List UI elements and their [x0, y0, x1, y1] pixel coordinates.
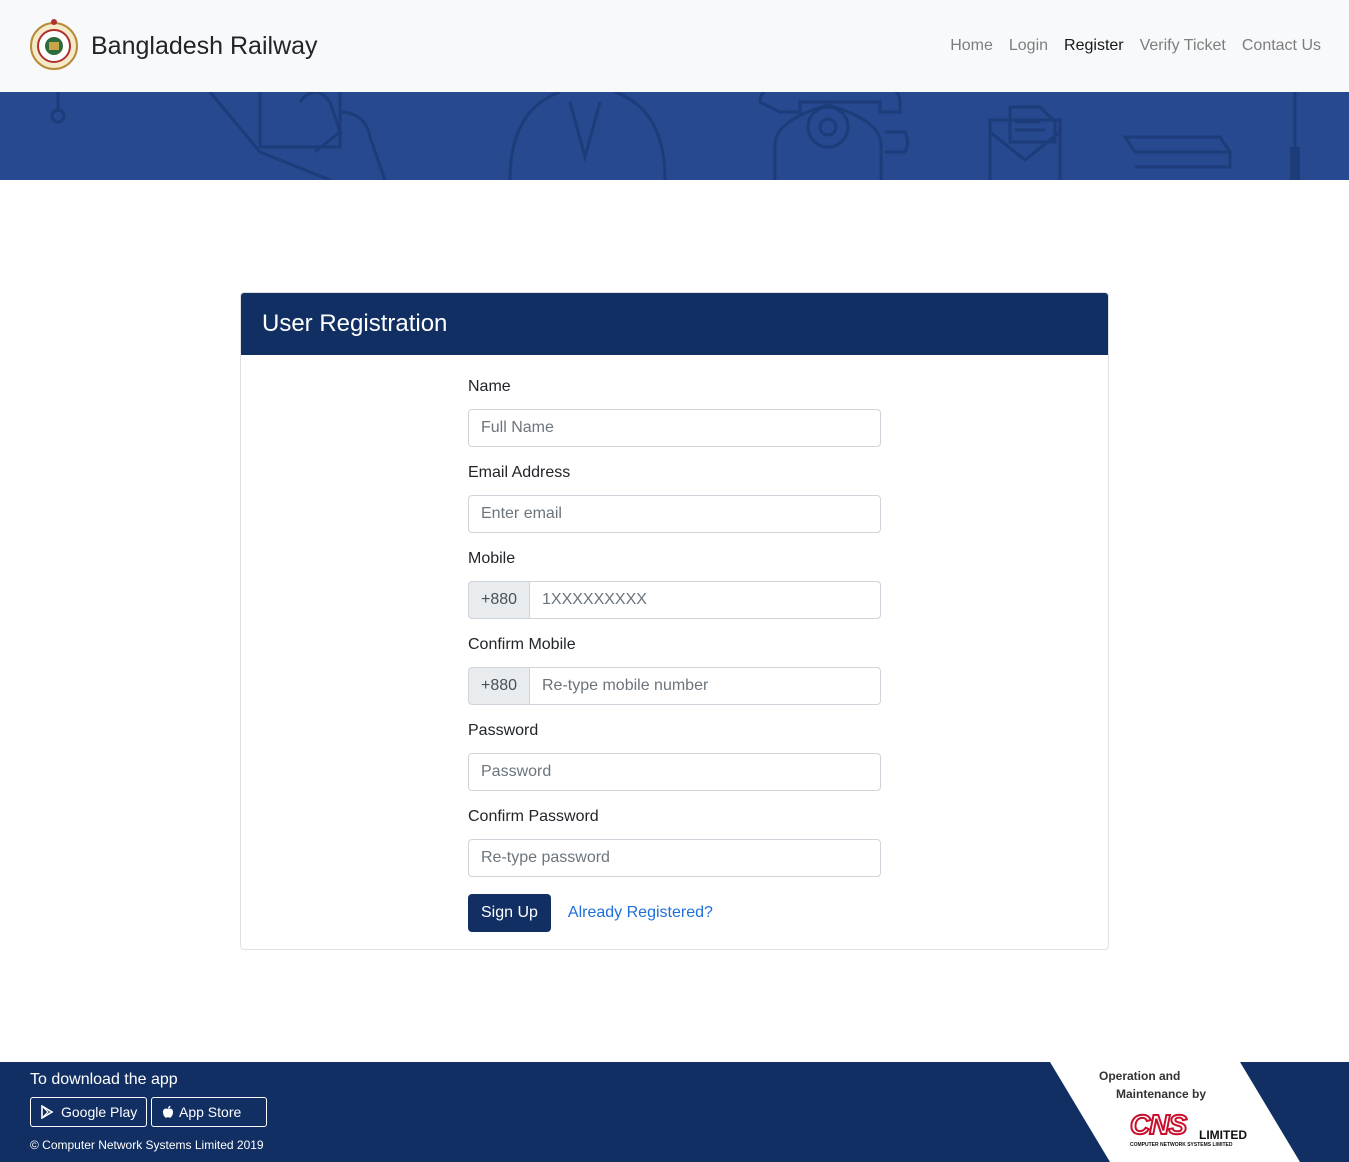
confirm-mobile-input-group: +880 Re-type mobile number: [468, 667, 881, 705]
card-title: User Registration: [241, 293, 1108, 355]
email-label: Email Address: [468, 464, 571, 481]
email-group: Email Address Enter email: [468, 463, 881, 533]
password-group: Password Password: [468, 721, 881, 791]
name-input[interactable]: Full Name: [468, 409, 881, 447]
registration-card: User Registration Name Full Name Email A…: [240, 292, 1109, 950]
google-play-button[interactable]: Google Play: [30, 1097, 147, 1127]
copyright-text: © Computer Network Systems Limited 2019: [30, 1138, 264, 1152]
mobile-input-group: +880 1XXXXXXXXX: [468, 581, 881, 619]
confirm-mobile-input[interactable]: Re-type mobile number: [530, 667, 881, 705]
cns-logo-mark: CNS: [1129, 1109, 1188, 1141]
ops-line1: Operation and: [1099, 1069, 1181, 1083]
header-banner: [0, 92, 1349, 180]
password-input[interactable]: Password: [468, 753, 881, 791]
password-label: Password: [468, 722, 539, 739]
email-input[interactable]: Enter email: [468, 495, 881, 533]
name-label: Name: [468, 378, 511, 395]
nav-contact-us[interactable]: Contact Us: [1234, 36, 1321, 56]
cns-limited-text: LIMITED: [1199, 1128, 1247, 1142]
google-play-label: Google Play: [61, 1104, 138, 1120]
confirm-mobile-label: Confirm Mobile: [468, 636, 576, 653]
confirm-mobile-prefix: +880: [468, 667, 530, 705]
main-nav: Home Login Register Verify Ticket Contac…: [942, 36, 1321, 56]
confirm-password-group: Confirm Password Re-type password: [468, 807, 881, 877]
mobile-prefix: +880: [468, 581, 530, 619]
app-store-label: App Store: [179, 1104, 242, 1120]
footer: To download the app Google Play App Stor…: [0, 1062, 1349, 1162]
nav-login[interactable]: Login: [1001, 36, 1056, 56]
confirm-mobile-group: Confirm Mobile +880 Re-type mobile numbe…: [468, 635, 881, 705]
nav-register[interactable]: Register: [1056, 36, 1132, 56]
download-app-title: To download the app: [30, 1071, 178, 1088]
cns-logo[interactable]: CNS LIMITED COMPUTER NETWORK SYSTEMS LIM…: [1129, 1109, 1260, 1152]
ops-line2: Maintenance by: [1116, 1087, 1207, 1101]
nav-home[interactable]: Home: [942, 36, 1001, 56]
mobile-input[interactable]: 1XXXXXXXXX: [530, 581, 881, 619]
sign-up-button[interactable]: Sign Up: [468, 894, 551, 932]
confirm-password-label: Confirm Password: [468, 808, 599, 825]
confirm-password-input[interactable]: Re-type password: [468, 839, 881, 877]
mobile-group: Mobile +880 1XXXXXXXXX: [468, 549, 881, 619]
banner-illustration-icon: [50, 92, 1300, 180]
railway-logo-icon[interactable]: [29, 16, 79, 76]
navbar: Bangladesh Railway Home Login Register V…: [0, 0, 1349, 92]
mobile-label: Mobile: [468, 550, 516, 567]
cns-subtitle-text: COMPUTER NETWORK SYSTEMS LIMITED: [1130, 1142, 1233, 1148]
already-registered-link[interactable]: Already Registered?: [568, 904, 713, 922]
brand-title[interactable]: Bangladesh Railway: [91, 30, 318, 62]
form-actions: Sign Up Already Registered?: [468, 894, 881, 932]
app-store-button[interactable]: App Store: [151, 1097, 267, 1127]
registration-form: Name Full Name Email Address Enter email…: [468, 377, 881, 932]
nav-verify-ticket[interactable]: Verify Ticket: [1132, 36, 1234, 56]
google-play-icon: [41, 1105, 54, 1119]
apple-icon: [162, 1105, 174, 1118]
name-group: Name Full Name: [468, 377, 881, 447]
